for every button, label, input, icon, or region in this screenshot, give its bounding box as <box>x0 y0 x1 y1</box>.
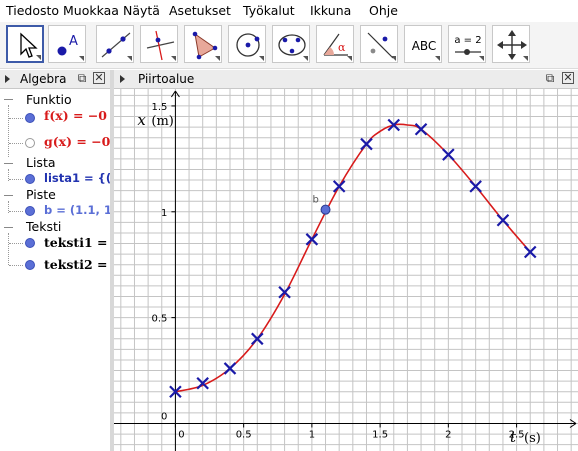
graphics-view[interactable]: 0 0.5 1 1.5 2 2.5 0 0.5 1 1.5 x (m) t (s) b <box>114 89 578 451</box>
svg-text:a = 2: a = 2 <box>454 35 481 46</box>
collapse-triangle-icon[interactable] <box>120 75 125 83</box>
submenu-indicator-icon <box>391 56 396 61</box>
submenu-indicator-icon <box>127 56 132 61</box>
menu-options[interactable]: Asetukset <box>169 3 231 18</box>
y-axis-label: x <box>137 111 146 129</box>
close-icon[interactable]: ✕ <box>93 72 105 84</box>
circle-tool-button[interactable] <box>228 25 266 63</box>
tree-line <box>9 243 23 244</box>
undock-icon[interactable]: ⧉ <box>544 72 556 84</box>
algebra-entry-lista1[interactable]: lista1 = {(0, <box>44 171 110 185</box>
visibility-toggle-f[interactable] <box>25 113 35 123</box>
graphics-view-title: Piirtoalue <box>138 72 195 86</box>
visibility-toggle-lista1[interactable] <box>25 174 35 184</box>
submenu-indicator-icon <box>171 56 176 61</box>
group-text[interactable]: Teksti <box>26 219 61 234</box>
tree-line <box>9 118 23 119</box>
tree-line <box>9 265 23 266</box>
tree-line <box>9 211 23 212</box>
group-function[interactable]: Funktio <box>26 92 72 107</box>
svg-text:α: α <box>338 41 346 54</box>
x-tick-label: 1 <box>309 429 315 440</box>
visibility-toggle-g[interactable] <box>25 138 35 148</box>
submenu-indicator-icon <box>303 56 308 61</box>
menu-view[interactable]: Näytä <box>123 3 160 18</box>
x-axis-unit: (s) <box>524 431 541 446</box>
submenu-indicator-icon <box>479 56 484 61</box>
collapse-point-icon[interactable] <box>4 195 13 196</box>
visibility-toggle-b[interactable] <box>25 206 35 216</box>
submenu-indicator-icon <box>259 56 264 61</box>
algebra-entry-teksti2[interactable]: teksti2 = <box>44 257 107 272</box>
reflect-tool-button[interactable] <box>360 25 398 63</box>
group-point[interactable]: Piste <box>26 187 56 202</box>
close-icon[interactable]: ✕ <box>562 72 574 84</box>
x-axis-label: t <box>510 428 517 446</box>
algebra-entry-f[interactable]: f(x) = −0 <box>44 108 107 123</box>
point-b-label: b <box>313 195 319 206</box>
toolbar: A α ABC a = 2 <box>0 22 578 69</box>
algebra-entry-teksti1[interactable]: teksti1 = <box>44 235 107 250</box>
x-tick-label: 1.5 <box>372 429 388 440</box>
menu-file[interactable]: Tiedosto <box>6 3 59 18</box>
y-tick-label: 1.5 <box>152 102 168 113</box>
collapse-list-icon[interactable] <box>4 163 13 164</box>
submenu-indicator-icon <box>79 56 84 61</box>
tree-line <box>9 143 23 144</box>
svg-text:ABC: ABC <box>412 39 437 53</box>
algebra-entry-b[interactable]: b = (1.1, 1.0 <box>44 203 110 217</box>
collapse-function-icon[interactable] <box>4 99 13 100</box>
group-list[interactable]: Lista <box>26 155 56 170</box>
conic-tool-button[interactable] <box>272 25 310 63</box>
algebra-view: Funktio f(x) = −0 g(x) = −0 Lista lista1… <box>0 89 110 451</box>
y-tick-label: 0 <box>161 411 167 422</box>
point-tool-button[interactable]: A <box>48 25 86 63</box>
text-tool-button[interactable]: ABC <box>404 25 442 63</box>
y-axis-unit: (m) <box>151 114 173 129</box>
submenu-indicator-icon <box>523 56 528 61</box>
collapse-triangle-icon[interactable] <box>5 75 10 83</box>
slider-tool-button[interactable]: a = 2 <box>448 25 486 63</box>
perpendicular-line-tool-button[interactable] <box>140 25 178 63</box>
tree-line <box>8 105 9 157</box>
move-tool-button[interactable] <box>6 25 44 63</box>
submenu-indicator-icon <box>435 56 440 61</box>
collapse-text-icon[interactable] <box>4 227 13 228</box>
submenu-indicator-icon <box>347 56 352 61</box>
menu-tools[interactable]: Työkalut <box>243 3 295 18</box>
move-view-tool-button[interactable] <box>492 25 530 63</box>
y-tick-label: 1 <box>161 208 167 219</box>
tree-line <box>9 179 23 180</box>
submenu-indicator-icon <box>215 56 220 61</box>
point-b <box>320 204 331 215</box>
undock-icon[interactable]: ⧉ <box>76 72 88 84</box>
menu-help[interactable]: Ohje <box>369 3 398 18</box>
menu-edit[interactable]: Muokkaa <box>63 3 119 18</box>
menu-bar: Tiedosto Muokkaa Näytä Asetukset Työkalu… <box>0 0 578 22</box>
x-tick-label: 2 <box>445 429 451 440</box>
algebra-view-header: Algebra ⧉ ✕ <box>0 70 110 89</box>
x-tick-label: 0.5 <box>236 429 252 440</box>
angle-tool-button[interactable]: α <box>316 25 354 63</box>
visibility-toggle-teksti1[interactable] <box>25 238 35 248</box>
x-tick-label: 0 <box>178 429 184 440</box>
algebra-view-title: Algebra <box>20 72 67 86</box>
algebra-entry-g[interactable]: g(x) = −0 <box>44 134 110 149</box>
submenu-indicator-icon <box>36 55 41 60</box>
line-tool-button[interactable] <box>96 25 134 63</box>
polygon-tool-button[interactable] <box>184 25 222 63</box>
graph-canvas[interactable]: 0 0.5 1 1.5 2 2.500.511.5x (m)t (s)b <box>114 89 578 451</box>
tree-line <box>8 233 9 265</box>
menu-window[interactable]: Ikkuna <box>310 3 351 18</box>
graphics-view-header: Piirtoalue ⧉ ✕ <box>114 70 578 89</box>
y-tick-label: 0.5 <box>152 314 168 325</box>
visibility-toggle-teksti2[interactable] <box>25 260 35 270</box>
svg-text:A: A <box>69 34 78 49</box>
